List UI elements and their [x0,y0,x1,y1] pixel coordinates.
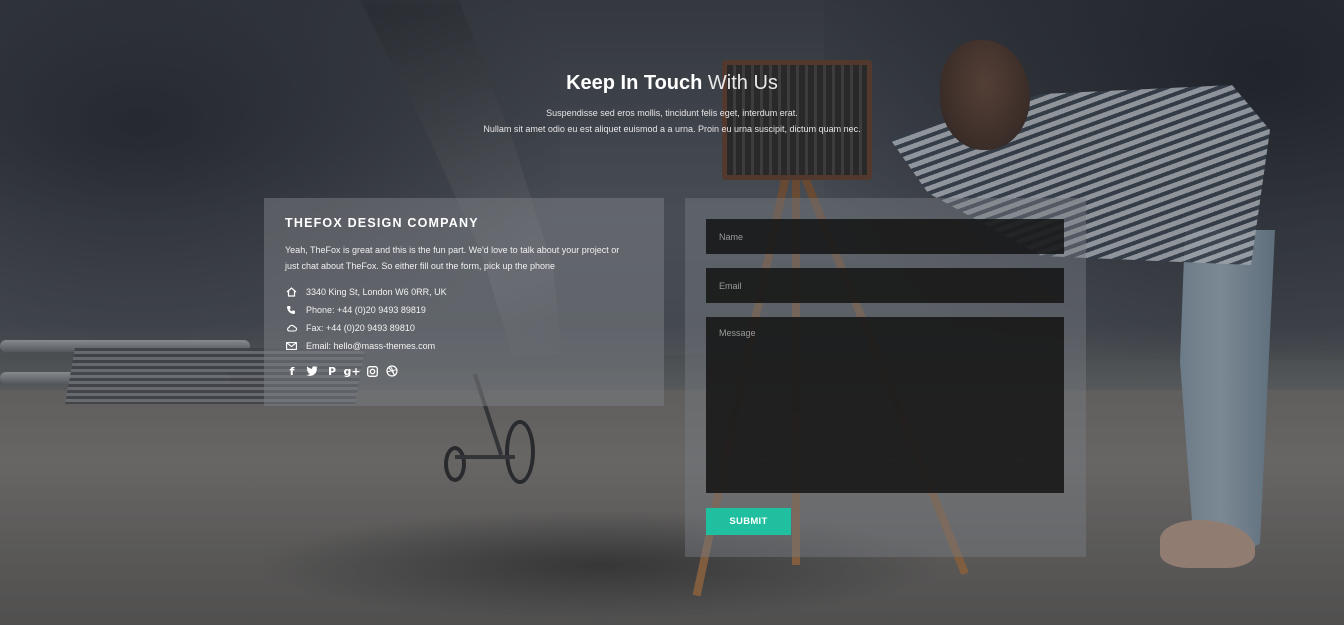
google-plus-icon[interactable]: g+ [343,364,360,378]
instagram-icon[interactable] [365,364,379,378]
contact-phone-text: Phone: +44 (0)20 9493 89819 [306,305,426,315]
name-input[interactable] [706,219,1064,254]
contact-fax-text: Fax: +44 (0)20 9493 89810 [306,323,415,333]
contact-email-text: Email: hello@mass-themes.com [306,341,436,351]
contact-address: 3340 King St, London W6 0RR, UK [285,283,643,301]
section-subtitle: Suspendisse sed eros mollis, tincidunt f… [0,105,1344,137]
company-info-panel: THEFOX DESIGN COMPANY Yeah, TheFox is gr… [264,198,664,406]
contact-fax: Fax: +44 (0)20 9493 89810 [285,319,643,337]
company-description: Yeah, TheFox is great and this is the fu… [285,245,620,271]
contact-form-panel: SUBMIT [685,198,1086,557]
phone-icon [285,304,297,316]
submit-button[interactable]: SUBMIT [706,508,791,535]
facebook-icon[interactable]: f [285,364,299,378]
envelope-icon [285,340,297,352]
subtitle-line: Suspendisse sed eros mollis, tincidunt f… [546,108,798,118]
home-icon [285,286,297,298]
message-textarea[interactable] [706,317,1064,493]
cloud-icon [285,322,297,334]
section-title-strong: Keep In Touch [566,72,703,94]
email-input[interactable] [706,268,1064,303]
company-name: THEFOX DESIGN COMPANY [285,216,479,230]
contact-address-text: 3340 King St, London W6 0RR, UK [306,287,447,297]
subtitle-line: Nullam sit amet odio eu est aliquet euis… [483,124,861,134]
dribbble-icon[interactable] [385,364,399,378]
section-title: Keep In Touch With Us [0,69,1344,97]
pinterest-icon[interactable]: P [325,364,339,378]
social-links: f P g+ [285,364,643,378]
twitter-icon[interactable] [305,364,319,378]
contact-email: Email: hello@mass-themes.com [285,337,643,355]
section-title-light: With Us [702,72,778,94]
contact-phone: Phone: +44 (0)20 9493 89819 [285,301,643,319]
